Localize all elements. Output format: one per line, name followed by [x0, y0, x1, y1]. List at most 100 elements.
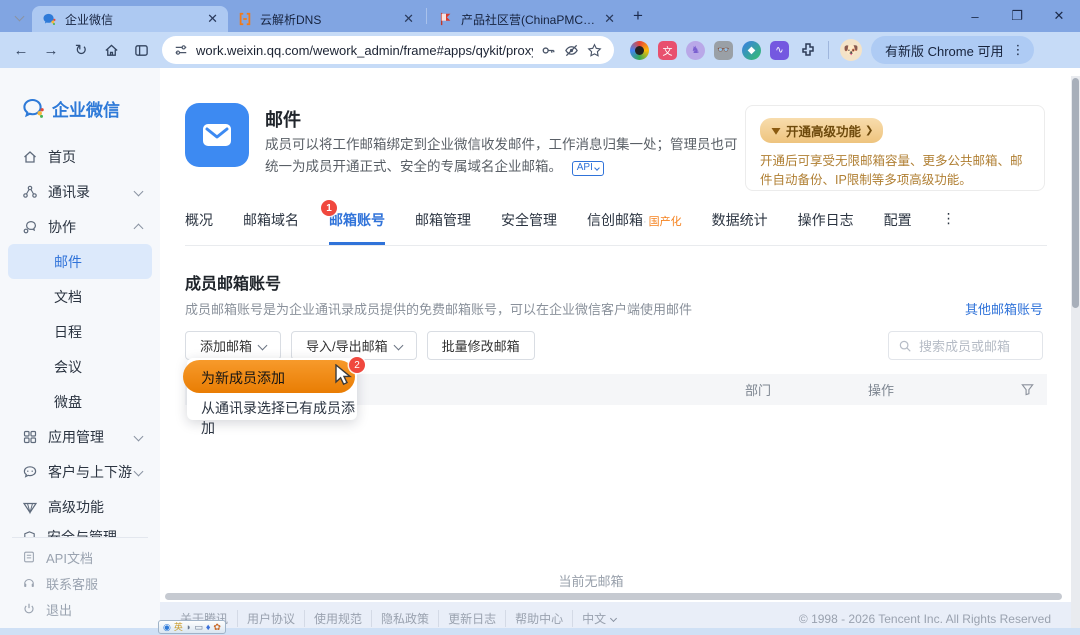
sidebar-item-label: 联系客服 [46, 574, 146, 593]
tab-data-statistics[interactable]: 数据统计 [712, 210, 768, 242]
footer-language-select[interactable]: 中文 [573, 610, 625, 627]
sidebar-item-label: 客户与上下游 [48, 462, 135, 482]
sidebar-item-security-cut[interactable]: 安全与管理 [0, 524, 160, 537]
browser-tab-wecom[interactable]: 企业微信 ✕ [32, 6, 228, 32]
vertical-scrollbar[interactable] [1071, 76, 1080, 635]
app-title: 邮件 [265, 106, 301, 132]
kebab-icon: ⋮ [942, 210, 956, 226]
tab-operation-log[interactable]: 操作日志 [798, 210, 854, 242]
window-maximize-button[interactable]: ❐ [996, 0, 1038, 32]
extensions-puzzle-icon[interactable] [798, 41, 817, 60]
tab-separator [426, 8, 427, 24]
site-settings-icon[interactable] [174, 43, 188, 57]
sidebar-item-meeting[interactable]: 会议 [0, 349, 160, 384]
extension-chart-icon[interactable]: ∿ [770, 41, 789, 60]
wecom-logo[interactable]: 企业微信 [0, 68, 160, 139]
tab-mail-management[interactable]: 邮箱管理 [415, 210, 471, 242]
horizontal-scrollbar[interactable] [165, 593, 1062, 600]
ime-moon-icon[interactable]: ◗ [186, 623, 191, 632]
footer-link-help[interactable]: 帮助中心 [506, 610, 573, 627]
ime-settings-icon[interactable]: ✿ [213, 623, 221, 632]
tab-mail-accounts[interactable]: 1 邮箱账号 [329, 210, 385, 245]
sidebar-item-premium-features[interactable]: 高级功能 [0, 489, 160, 524]
sidebar-item-label: 通讯录 [48, 182, 135, 202]
footer-link-changelog[interactable]: 更新日志 [439, 610, 506, 627]
ime-toolbar[interactable]: ◉ 英 ◗ ▭ ♦ ✿ [158, 620, 226, 634]
add-mailbox-dropdown: 2 为新成员添加 从通讯录选择已有成员添加 [187, 358, 357, 420]
chrome-update-button[interactable]: 有新版 Chrome 可用 ⋮ [871, 36, 1034, 64]
sidebar-item-support[interactable]: 联系客服 [0, 570, 160, 596]
menu-item-add-from-contacts[interactable]: 从通讯录选择已有成员添加 [201, 398, 357, 438]
back-button[interactable]: ← [8, 37, 34, 63]
sidebar-item-customers[interactable]: 客户与上下游 [0, 454, 160, 489]
menu-item-add-new-member[interactable]: 为新成员添加 [201, 368, 285, 388]
premium-promo-text: 开通后可享受无限邮箱容量、更多公共邮箱、邮件自动备份、IP限制等多项高级功能。 [760, 152, 1030, 190]
api-badge[interactable]: API [572, 161, 604, 176]
sidebar-item-mail[interactable]: 邮件 [8, 244, 152, 279]
tab-security-management[interactable]: 安全管理 [501, 210, 557, 242]
footer-link-usage[interactable]: 使用规范 [305, 610, 372, 627]
sidebar-item-app-management[interactable]: 应用管理 [0, 419, 160, 454]
browser-tab-dns[interactable]: 云解析DNS ✕ [228, 6, 424, 32]
filter-funnel-icon[interactable] [1020, 382, 1035, 397]
browser-tab-pmcc[interactable]: 产品社区营(ChinaPMCC)™ - - ✕ [429, 6, 625, 32]
extension-flame-icon[interactable]: ♞ [686, 41, 705, 60]
footer-link-agreement[interactable]: 用户协议 [238, 610, 305, 627]
sidebar-item-contacts[interactable]: 通讯录 [0, 174, 160, 209]
sidebar-item-calendar[interactable]: 日程 [0, 314, 160, 349]
tabs-more-button[interactable]: ⋮ [942, 210, 956, 239]
address-bar[interactable]: work.weixin.qq.com/wework_admin/frame#ap… [162, 36, 614, 64]
tab-close-icon[interactable]: ✕ [604, 11, 615, 27]
tab-mail-domain[interactable]: 邮箱域名 [243, 210, 299, 242]
extension-shield-icon[interactable]: ◆ [742, 41, 761, 60]
window-close-button[interactable]: ✕ [1038, 0, 1080, 32]
ime-keyboard-icon[interactable]: ▭ [194, 623, 203, 632]
window-minimize-button[interactable]: – [954, 0, 996, 32]
apps-grid-icon [22, 429, 38, 445]
wecom-logo-icon [22, 97, 46, 121]
footer-link-privacy[interactable]: 隐私政策 [372, 610, 439, 627]
sidebar-item-api-docs[interactable]: API文档 [0, 544, 160, 570]
power-icon [22, 602, 36, 616]
ime-mic-icon[interactable]: ♦ [206, 623, 211, 632]
url-text[interactable]: work.weixin.qq.com/wework_admin/frame#ap… [196, 43, 533, 58]
chrome-menu-icon[interactable]: ⋮ [1011, 42, 1024, 58]
forward-button[interactable]: → [38, 37, 64, 63]
profile-avatar[interactable]: 🐶 [840, 39, 862, 61]
extension-colorwheel-icon[interactable] [630, 41, 649, 60]
annotation-badge-1: 1 [321, 200, 337, 216]
tab-xinchuang-mail[interactable]: 信创邮箱·国产化 [587, 210, 682, 242]
other-mailbox-link[interactable]: 其他邮箱账号 [965, 299, 1043, 318]
eye-off-icon[interactable] [564, 43, 579, 58]
bookmark-star-icon[interactable] [587, 43, 602, 58]
sidebar-item-collaboration[interactable]: 协作 [0, 209, 160, 244]
add-mailbox-button[interactable]: 添加邮箱 [185, 331, 281, 360]
scrollbar-thumb[interactable] [1072, 78, 1079, 308]
tab-overview[interactable]: 概况 [185, 210, 213, 242]
ime-lang-icon[interactable]: 英 [174, 623, 183, 632]
tab-close-icon[interactable]: ✕ [403, 11, 414, 27]
password-key-icon[interactable] [541, 43, 556, 58]
tab-search-button[interactable] [6, 3, 32, 29]
sidebar-item-label: 微盘 [54, 392, 146, 412]
batch-modify-button[interactable]: 批量修改邮箱 [427, 331, 535, 360]
column-department: 部门 [745, 380, 771, 399]
premium-promo-button[interactable]: 开通高级功能 ❯ [760, 118, 883, 143]
extension-translate-icon[interactable]: 文 [658, 41, 677, 60]
reload-button[interactable]: ↻ [68, 37, 94, 63]
import-export-button[interactable]: 导入/导出邮箱 [291, 331, 417, 360]
tab-close-icon[interactable]: ✕ [207, 11, 218, 27]
side-panel-button[interactable] [128, 37, 154, 63]
sidebar-item-drive[interactable]: 微盘 [0, 384, 160, 419]
sidebar-item-logout[interactable]: 退出 [0, 596, 160, 622]
chevron-down-icon [134, 467, 144, 477]
sidebar-item-docs[interactable]: 文档 [0, 279, 160, 314]
search-input[interactable]: 搜索成员或邮箱 [888, 331, 1043, 360]
sidebar-item-home[interactable]: 首页 [0, 139, 160, 174]
tab-settings[interactable]: 配置 [884, 210, 912, 242]
home-button[interactable] [98, 37, 124, 63]
premium-promo-label: 开通高级功能 [786, 121, 861, 140]
extension-glasses-icon[interactable]: 👓 [714, 41, 733, 60]
new-tab-button[interactable]: + [625, 3, 651, 29]
contacts-icon [22, 184, 38, 200]
